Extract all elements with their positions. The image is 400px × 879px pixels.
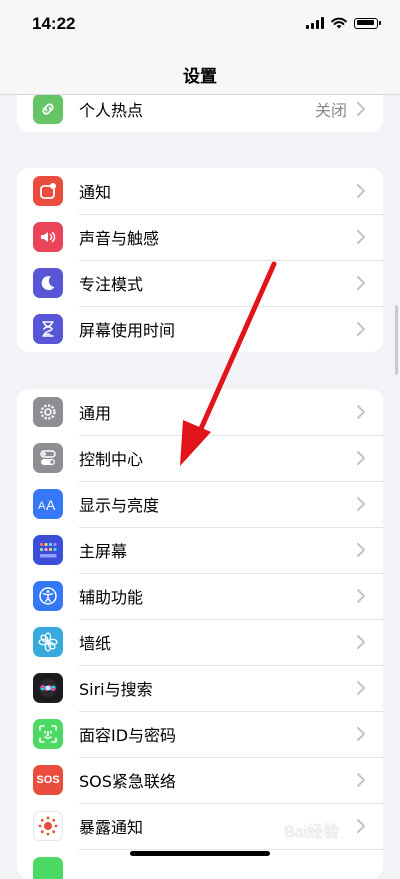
svg-text:A: A xyxy=(38,500,46,512)
scrollbar[interactable] xyxy=(395,305,398,375)
chevron-right-icon xyxy=(357,322,367,336)
row-label: 控制中心 xyxy=(79,450,144,469)
nav-header: 设置 xyxy=(0,50,400,95)
chevron-right-icon xyxy=(357,230,367,244)
text-size-icon: AA xyxy=(33,489,63,519)
row-label: Siri与搜索 xyxy=(79,680,153,699)
sos-icon-text: SOS xyxy=(36,774,60,786)
row-label: 专注模式 xyxy=(79,275,144,294)
settings-row-display[interactable]: AA 显示与亮度 xyxy=(17,481,383,527)
row-label: 通知 xyxy=(79,183,112,202)
chevron-right-icon xyxy=(357,727,367,741)
status-time: 14:22 xyxy=(32,14,76,33)
settings-row-face-id[interactable]: 面容ID与密码 xyxy=(17,711,383,757)
row-label: 屏幕使用时间 xyxy=(79,321,176,340)
wifi-icon xyxy=(331,17,347,29)
status-bar: 14:22 xyxy=(0,0,400,50)
chevron-right-icon xyxy=(357,543,367,557)
hourglass-icon xyxy=(33,314,63,344)
chevron-right-icon xyxy=(357,405,367,419)
settings-row-home-screen[interactable]: 主屏幕 xyxy=(17,527,383,573)
battery-icon xyxy=(354,17,381,29)
chevron-right-icon xyxy=(357,589,367,603)
settings-row-control-center[interactable]: 控制中心 xyxy=(17,435,383,481)
row-label: 显示与亮度 xyxy=(79,496,160,515)
page-title: 设置 xyxy=(183,67,217,87)
settings-row-accessibility[interactable]: 辅助功能 xyxy=(17,573,383,619)
row-label: 面容ID与密码 xyxy=(79,726,177,745)
chevron-right-icon xyxy=(357,497,367,511)
row-label: SOS紧急联络 xyxy=(79,772,176,791)
settings-row-focus[interactable]: 专注模式 xyxy=(17,260,383,306)
chevron-right-icon xyxy=(357,102,367,116)
chevron-right-icon xyxy=(357,819,367,833)
exposure-icon xyxy=(33,811,63,841)
row-label: 辅助功能 xyxy=(79,588,144,607)
cellular-signal-icon xyxy=(306,17,324,29)
chevron-right-icon xyxy=(357,451,367,465)
battery-settings-icon xyxy=(33,857,63,879)
chevron-right-icon xyxy=(357,276,367,290)
settings-row-notifications[interactable]: 通知 xyxy=(17,168,383,214)
settings-group-general: 通用 控制中心 AA 显示与亮度 主屏幕 辅助功能 墙纸 Siri与搜索 面容I… xyxy=(17,389,383,879)
row-label: 通用 xyxy=(79,404,112,423)
chevron-right-icon xyxy=(357,681,367,695)
settings-row-general[interactable]: 通用 xyxy=(17,389,383,435)
chevron-right-icon xyxy=(357,773,367,787)
home-grid-icon xyxy=(33,535,63,565)
status-icons xyxy=(306,17,381,29)
row-label: 声音与触感 xyxy=(79,229,160,248)
settings-row-sounds[interactable]: 声音与触感 xyxy=(17,214,383,260)
gear-icon xyxy=(33,397,63,427)
row-label: 墙纸 xyxy=(79,634,112,653)
moon-icon xyxy=(33,268,63,298)
row-label: 主屏幕 xyxy=(79,542,128,561)
notification-icon xyxy=(33,176,63,206)
sos-icon: SOS xyxy=(33,765,63,795)
wallpaper-flower-icon xyxy=(33,627,63,657)
row-label: 个人热点 xyxy=(79,101,144,120)
accessibility-icon xyxy=(33,581,63,611)
sound-icon xyxy=(33,222,63,252)
chevron-right-icon xyxy=(357,635,367,649)
face-id-icon xyxy=(33,719,63,749)
settings-row-wallpaper[interactable]: 墙纸 xyxy=(17,619,383,665)
toggles-icon xyxy=(33,443,63,473)
settings-group-notifications: 通知 声音与触感 专注模式 屏幕使用时间 xyxy=(17,168,383,352)
chevron-right-icon xyxy=(357,184,367,198)
settings-row-siri[interactable]: Siri与搜索 xyxy=(17,665,383,711)
row-value: 关闭 xyxy=(314,101,347,120)
siri-icon xyxy=(33,673,63,703)
settings-row-screen-time[interactable]: 屏幕使用时间 xyxy=(17,306,383,352)
watermark: Bai经验 xyxy=(284,824,340,841)
svg-text:A: A xyxy=(46,497,56,512)
home-indicator[interactable] xyxy=(130,851,270,856)
hotspot-icon xyxy=(33,94,63,124)
settings-row-emergency-sos[interactable]: SOS SOS紧急联络 xyxy=(17,757,383,803)
